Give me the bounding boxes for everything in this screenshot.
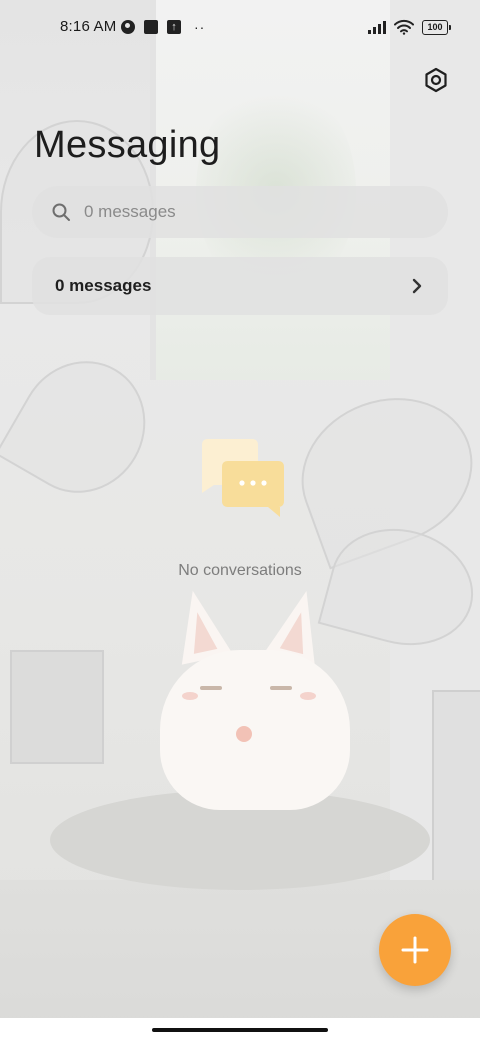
more-notifications-icon: ·· — [194, 19, 206, 35]
empty-state-text: No conversations — [178, 562, 302, 579]
gear-icon — [425, 67, 447, 93]
system-icons: 100 — [368, 19, 451, 35]
search-bar[interactable] — [32, 186, 448, 238]
notification-icons: ↑ ·· — [121, 19, 205, 35]
glass-illustration — [432, 690, 480, 884]
messages-count-label: 0 messages — [55, 276, 152, 295]
search-input[interactable] — [82, 201, 426, 223]
new-conversation-button[interactable] — [379, 914, 451, 986]
messages-row[interactable]: 0 messages — [32, 257, 448, 315]
navigation-bar — [0, 1018, 480, 1040]
status-time: 8:16 AM — [60, 18, 117, 35]
plant-pot-illustration — [10, 650, 104, 764]
home-indicator[interactable] — [152, 1028, 328, 1032]
square-notification-icon — [144, 20, 158, 34]
chevron-right-icon — [410, 277, 424, 295]
page-title: Messaging — [34, 124, 221, 166]
settings-button[interactable] — [420, 64, 452, 96]
status-bar: 8:16 AM ↑ ·· 100 — [0, 0, 480, 56]
wifi-icon — [394, 19, 414, 35]
battery-icon: 100 — [422, 19, 451, 35]
upload-notification-icon: ↑ — [167, 20, 181, 34]
search-icon — [50, 201, 72, 223]
cat-illustration — [160, 584, 350, 810]
plant-leaf-illustration — [0, 337, 170, 517]
chat-bubbles-icon — [196, 437, 286, 517]
vpn-icon — [121, 20, 135, 34]
signal-icon — [368, 20, 386, 34]
plus-icon — [401, 936, 429, 964]
